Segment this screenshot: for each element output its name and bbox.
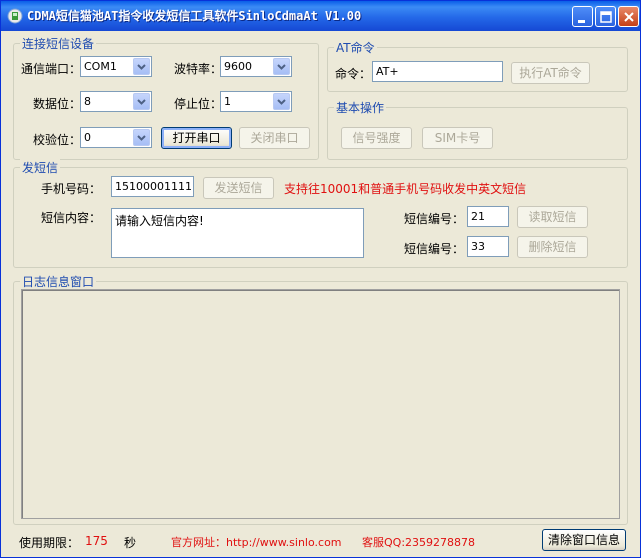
- at-command-legend: AT命令: [334, 39, 377, 56]
- close-port-button[interactable]: 关闭串口: [239, 127, 310, 149]
- port-select[interactable]: COM1: [80, 56, 152, 77]
- support-qq: 客服QQ:2359278878: [362, 536, 476, 549]
- sim-number-button[interactable]: SIM卡号: [422, 127, 493, 149]
- parity-dropdown-button[interactable]: [133, 129, 150, 146]
- delete-sms-number-input[interactable]: 33: [467, 236, 509, 257]
- clear-log-button[interactable]: 清除窗口信息: [542, 529, 626, 551]
- delete-sms-button[interactable]: 删除短信: [517, 236, 588, 258]
- window-title: CDMA短信猫池AT指令收发短信工具软件SinloCdmaAt V1.00: [27, 9, 362, 23]
- open-port-button[interactable]: 打开串口: [161, 127, 232, 149]
- send-sms-button[interactable]: 发送短信: [203, 177, 274, 199]
- log-legend: 日志信息窗口: [20, 273, 97, 290]
- port-value: COM1: [84, 60, 117, 73]
- baud-value: 9600: [224, 60, 252, 73]
- read-sms-number-input[interactable]: 21: [467, 206, 509, 227]
- app-icon: [7, 8, 23, 24]
- minimize-icon: [578, 20, 585, 23]
- baud-dropdown-button[interactable]: [273, 58, 290, 75]
- signal-strength-button[interactable]: 信号强度: [341, 127, 412, 149]
- stopbits-select[interactable]: 1: [220, 91, 292, 112]
- log-window[interactable]: [21, 289, 620, 519]
- parity-value: 0: [84, 131, 91, 144]
- read-sms-number-label: 短信编号：: [404, 212, 465, 226]
- support-notice: 支持往10001和普通手机号码收发中英文短信: [284, 182, 527, 196]
- maximize-button[interactable]: [595, 6, 616, 27]
- chevron-down-icon: [277, 99, 286, 105]
- stopbits-label: 停止位：: [174, 97, 223, 111]
- stopbits-value: 1: [224, 95, 231, 108]
- usage-period-unit: 秒: [124, 536, 137, 550]
- send-sms-legend: 发短信: [20, 159, 61, 176]
- basic-operation-legend: 基本操作: [334, 99, 387, 116]
- chevron-down-icon: [137, 135, 146, 141]
- close-icon: [624, 12, 634, 22]
- baud-select[interactable]: 9600: [220, 56, 292, 77]
- chevron-down-icon: [137, 64, 146, 70]
- port-dropdown-button[interactable]: [133, 58, 150, 75]
- phone-input[interactable]: 15100001111: [111, 176, 194, 197]
- stopbits-dropdown-button[interactable]: [273, 93, 290, 110]
- minimize-button[interactable]: [572, 6, 593, 27]
- parity-select[interactable]: 0: [80, 127, 152, 148]
- port-label: 通信端口：: [21, 62, 82, 76]
- sms-content-textarea[interactable]: 请输入短信内容!: [111, 208, 364, 258]
- usage-period-label: 使用期限：: [19, 536, 80, 550]
- maximize-icon: [600, 11, 612, 23]
- delete-sms-number-label: 短信编号：: [404, 242, 465, 256]
- app-window: CDMA短信猫池AT指令收发短信工具软件SinloCdmaAt V1.00 连接…: [0, 0, 641, 558]
- close-window-button[interactable]: [618, 6, 639, 27]
- execute-at-button[interactable]: 执行AT命令: [511, 62, 590, 84]
- usage-period-value: 175: [85, 534, 108, 548]
- chevron-down-icon: [137, 99, 146, 105]
- baud-label: 波特率：: [174, 62, 223, 76]
- databits-dropdown-button[interactable]: [133, 93, 150, 110]
- parity-label: 校验位：: [33, 133, 82, 147]
- phone-label: 手机号码：: [41, 182, 102, 196]
- command-label: 命令：: [335, 67, 372, 81]
- databits-value: 8: [84, 95, 91, 108]
- official-website-link[interactable]: 官方网址：http://www.sinlo.com: [171, 534, 342, 550]
- databits-label: 数据位：: [33, 97, 82, 111]
- content-label: 短信内容：: [41, 211, 102, 225]
- command-input[interactable]: AT+: [372, 61, 503, 82]
- connect-device-legend: 连接短信设备: [20, 35, 97, 52]
- read-sms-button[interactable]: 读取短信: [517, 206, 588, 228]
- title-bar[interactable]: CDMA短信猫池AT指令收发短信工具软件SinloCdmaAt V1.00: [1, 1, 640, 31]
- databits-select[interactable]: 8: [80, 91, 152, 112]
- chevron-down-icon: [277, 64, 286, 70]
